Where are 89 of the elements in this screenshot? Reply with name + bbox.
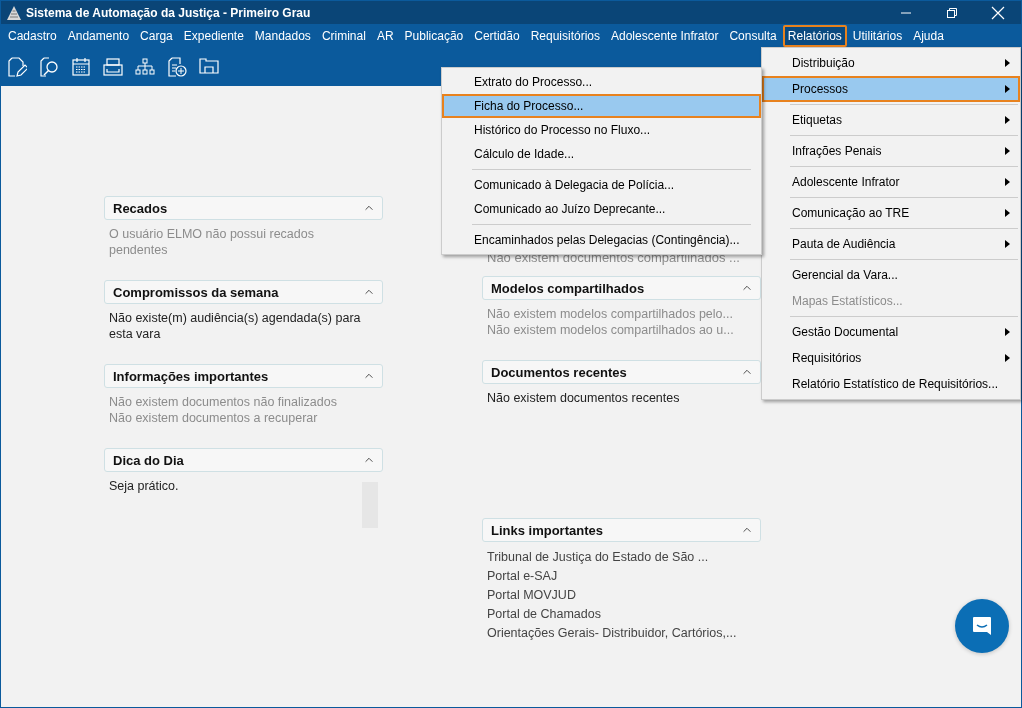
menu-item[interactable]: Gerencial da Vara... <box>762 262 1020 288</box>
collapse-caret-icon[interactable] <box>364 289 374 295</box>
panel-text: Não existem documentos não finalizados <box>109 394 338 410</box>
panel-text: Não existe(m) audiência(s) agendada(s) para esta vara <box>109 310 362 342</box>
calendar-icon[interactable] <box>71 56 91 77</box>
panel-text: Não existem modelos compartilhados ao u... <box>487 322 735 338</box>
panel-text: Não existem documentos recentes <box>487 390 681 406</box>
panel-header[interactable]: Recados <box>104 196 383 220</box>
menu-item[interactable]: Histórico do Processo no Fluxo... <box>442 118 761 142</box>
menu-item[interactable]: Adolescente Infrator <box>762 169 1020 195</box>
menu-item[interactable]: Adolescente Infrator <box>606 24 724 47</box>
panel-text: Não existem modelos compartilhados pelo... <box>487 306 734 322</box>
menu-item[interactable]: Certidão <box>469 24 525 47</box>
menu-item[interactable]: Pauta de Audiência <box>762 231 1020 257</box>
board-icon[interactable] <box>199 56 219 77</box>
submenu-arrow-icon <box>1005 116 1010 124</box>
submenu-arrow-icon <box>1005 59 1010 67</box>
panel-header[interactable]: Modelos compartilhados <box>482 276 761 300</box>
hierarchy-icon[interactable] <box>135 56 155 77</box>
menu-item[interactable]: Cadastro <box>3 24 62 47</box>
menu-item[interactable]: Publicação <box>399 24 469 47</box>
panel-title: Modelos compartilhados <box>491 280 645 296</box>
submenu-arrow-icon <box>1005 85 1010 93</box>
submenu-arrow-icon <box>1005 328 1010 336</box>
menu-item[interactable]: Criminal <box>316 24 371 47</box>
collapse-caret-icon[interactable] <box>364 205 374 211</box>
search-icon[interactable] <box>39 56 59 77</box>
menu-item[interactable]: Encaminhados pelas Delegacias (Contingência)... <box>442 228 761 252</box>
submenu-arrow-icon <box>1005 354 1010 362</box>
menu-item[interactable]: Mandados <box>249 24 316 47</box>
printer-icon[interactable] <box>103 56 123 77</box>
close-icon <box>991 5 1005 20</box>
collapse-caret-icon[interactable] <box>364 457 374 463</box>
menu-item[interactable]: Infrações Penais <box>762 138 1020 164</box>
panel-title: Dica do Dia <box>113 452 184 468</box>
panel-header[interactable]: Links importantes <box>482 518 761 542</box>
panel-title: Documentos recentes <box>491 364 627 380</box>
menu-item[interactable]: Comunicado ao Juízo Deprecante... <box>442 197 761 221</box>
panel-text: O usuário ELMO não possui recados pendentes <box>109 226 315 258</box>
menu-item[interactable]: Etiquetas <box>762 107 1020 133</box>
panel-title: Compromissos da semana <box>113 284 279 300</box>
restore-icon <box>946 6 958 19</box>
submenu-arrow-icon <box>1005 240 1010 248</box>
menu-item[interactable]: Gestão Documental <box>762 319 1020 345</box>
chat-bubble-icon <box>971 615 993 637</box>
menu-item[interactable]: Utilitários <box>847 24 908 47</box>
panel-header[interactable]: Informações importantes <box>104 364 383 388</box>
chat-button[interactable] <box>955 599 1009 653</box>
menu-item[interactable]: Ajuda <box>908 24 949 47</box>
link[interactable]: Portal de Chamados <box>487 605 749 624</box>
menu-item[interactable]: Comunicado à Delegacia de Polícia... <box>442 173 761 197</box>
menu-item[interactable]: Relatório Estatístico de Requisitórios... <box>762 371 1020 397</box>
link[interactable]: Portal e-SAJ <box>487 567 749 586</box>
document-pencil-icon[interactable] <box>7 56 27 77</box>
menu-item[interactable]: Comunicação ao TRE <box>762 200 1020 226</box>
collapse-caret-icon[interactable] <box>742 285 752 291</box>
app-logo-icon <box>7 5 21 20</box>
menu-item[interactable]: Carga <box>135 24 178 47</box>
panel-header[interactable]: Compromissos da semana <box>104 280 383 304</box>
menu-item[interactable]: Expediente <box>178 24 249 47</box>
link[interactable]: Tribunal de Justiça do Estado de São ... <box>487 548 749 567</box>
submenu-arrow-icon <box>1005 178 1010 186</box>
collapse-caret-icon[interactable] <box>364 373 374 379</box>
menu-item[interactable]: AR <box>371 24 399 47</box>
menu-item[interactable]: Extrato do Processo... <box>442 70 761 94</box>
window-title: Sistema de Automação da Justiça - Primeiro Grau <box>26 5 312 20</box>
submenu-arrow-icon <box>1005 147 1010 155</box>
panel-text: Seja prático. <box>109 478 180 494</box>
menu-item[interactable]: Requisitórios <box>525 24 605 47</box>
document-plus-icon[interactable] <box>167 56 187 77</box>
menu-item[interactable]: Cálculo de Idade... <box>442 142 761 166</box>
menu-item[interactable]: Consulta <box>724 24 782 47</box>
collapse-caret-icon[interactable] <box>742 369 752 375</box>
panel-header[interactable]: Dica do Dia <box>104 448 383 472</box>
menu-item[interactable]: Ficha do Processo... <box>442 94 761 118</box>
link[interactable]: Portal MOVJUD <box>487 586 749 605</box>
panel-header[interactable]: Documentos recentes <box>482 360 761 384</box>
submenu-arrow-icon <box>1005 209 1010 217</box>
menu-item[interactable]: Andamento <box>62 24 135 47</box>
panel-title: Links importantes <box>491 522 603 538</box>
menu-item[interactable]: Processos <box>762 76 1020 102</box>
collapse-caret-icon[interactable] <box>742 527 752 533</box>
panel-title: Informações importantes <box>113 368 269 384</box>
panel-title: Recados <box>113 200 168 216</box>
panel-text: Não existem documentos a recuperar <box>109 410 319 426</box>
menu-item[interactable]: Requisitórios <box>762 345 1020 371</box>
menu-item[interactable]: Distribuição <box>762 50 1020 76</box>
menu-item[interactable]: Relatórios <box>782 24 847 47</box>
link[interactable]: Orientações Gerais- Distribuidor, Cartórios,... <box>487 624 749 643</box>
